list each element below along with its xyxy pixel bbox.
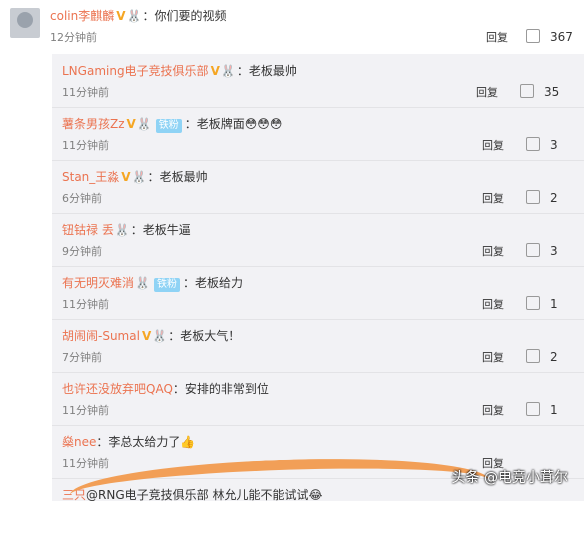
badge-icon: 🐰 — [114, 223, 130, 237]
reply-item: 有无明灭难消🐰 铁粉 ：老板给力 11分钟前 回复 1 — [52, 266, 584, 320]
reply-button[interactable]: 回复 — [482, 137, 504, 153]
username[interactable]: LNGaming电子竞技俱乐部 — [62, 64, 209, 78]
reply-item: LNGaming电子竞技俱乐部 V🐰：老板最帅 11分钟前 回复 35 — [52, 54, 584, 108]
like-count: 2 — [550, 191, 558, 205]
thumbs-up-icon — [526, 137, 540, 151]
verified-icon: V — [210, 64, 220, 78]
badge-icon: 🐰 — [152, 329, 168, 343]
like-button[interactable]: 2 — [526, 188, 558, 205]
timestamp: 12分钟前 — [50, 31, 97, 44]
badge-icon: 🐰 — [131, 170, 147, 184]
main-comment-line: colin李麒麟 V🐰：你们要的视频 — [50, 9, 227, 23]
like-count: 2 — [550, 350, 558, 364]
verified-icon: V — [126, 117, 136, 131]
username[interactable]: 燊nee — [62, 435, 96, 449]
reply-button[interactable]: 回复 — [482, 349, 504, 365]
comment-text: 老板最帅 — [248, 64, 297, 78]
comment-text: 老板大气！ — [180, 329, 241, 343]
badge-icon: 🐰 — [126, 9, 142, 23]
reply-button[interactable]: 回复 — [482, 190, 504, 206]
like-count: 35 — [544, 85, 560, 99]
avatar[interactable] — [10, 8, 40, 38]
like-count: 3 — [550, 138, 558, 152]
timestamp: 11分钟前 — [62, 404, 109, 417]
main-comment: colin李麒麟 V🐰：你们要的视频 12分钟前 回复 367 — [0, 0, 584, 50]
replies-panel: LNGaming电子竞技俱乐部 V🐰：老板最帅 11分钟前 回复 35 薯条男孩Z… — [52, 54, 584, 502]
comment-text: 李总太给力了👍 — [108, 435, 196, 449]
fan-badge: 铁粉 — [153, 278, 180, 292]
badge-icon: 🐰 — [136, 117, 152, 131]
like-count: 3 — [550, 244, 558, 258]
reply-item: 也许还没放弃吧QAQ：安排的非常到位 11分钟前 回复 1 — [52, 372, 584, 426]
reply-button[interactable]: 回复 — [482, 243, 504, 259]
timestamp: 9分钟前 — [62, 245, 102, 258]
thumbs-up-icon — [526, 296, 540, 310]
timestamp: 11分钟前 — [62, 457, 109, 470]
timestamp: 11分钟前 — [62, 298, 109, 311]
username[interactable]: 也许还没放弃吧QAQ — [62, 382, 173, 396]
verified-icon: V — [141, 329, 152, 343]
timestamp: 11分钟前 — [62, 86, 109, 99]
like-button[interactable]: 1 — [526, 294, 558, 311]
like-button[interactable]: 3 — [526, 241, 558, 258]
comment-text: 你们要的视频 — [154, 9, 227, 23]
reply-button[interactable]: 回复 — [476, 84, 498, 100]
thumbs-up-icon — [526, 402, 540, 416]
username[interactable]: 胡闹闹-Sumal — [62, 329, 140, 343]
like-button[interactable]: 2 — [526, 347, 558, 364]
verified-icon: V — [116, 9, 126, 23]
fan-badge: 铁粉 — [155, 119, 182, 133]
reply-button[interactable]: 回复 — [482, 402, 504, 418]
timestamp: 7分钟前 — [62, 351, 102, 364]
like-button[interactable]: 367 — [526, 27, 573, 44]
like-count: 367 — [550, 30, 573, 44]
username[interactable]: 有无明灭难消 — [62, 276, 134, 290]
reply-button[interactable]: 回复 — [486, 29, 508, 45]
badge-icon: 🐰 — [220, 64, 236, 78]
reply-item: 薯条男孩Zz V🐰 铁粉 ：老板牌面😳😳😳 11分钟前 回复 3 — [52, 107, 584, 161]
like-button[interactable]: 1 — [526, 400, 558, 417]
like-button[interactable]: 35 — [520, 82, 559, 99]
username[interactable]: Stan_王淼 — [62, 170, 119, 184]
badge-icon: 🐰 — [135, 276, 150, 290]
comment-text: 老板最帅 — [159, 170, 208, 184]
comment-text: 安排的非常到位 — [184, 382, 269, 396]
thumbs-up-icon — [526, 349, 540, 363]
reply-button[interactable]: 回复 — [482, 296, 504, 312]
username[interactable]: 钮钴禄 丢 — [62, 223, 114, 237]
thumbs-up-icon — [526, 243, 540, 257]
username[interactable]: colin李麒麟 — [50, 9, 114, 23]
username[interactable]: 薯条男孩Zz — [62, 117, 125, 131]
verified-icon: V — [121, 170, 131, 184]
reply-item: 钮钴禄 丢🐰：老板牛逼 9分钟前 回复 3 — [52, 213, 584, 267]
reply-item: 胡闹闹-Sumal V🐰：老板大气！ 7分钟前 回复 2 — [52, 319, 584, 373]
thumbs-up-icon — [526, 190, 540, 204]
like-count: 1 — [550, 403, 558, 417]
thumbs-up-icon — [526, 29, 540, 43]
timestamp: 11分钟前 — [62, 139, 109, 152]
thumbs-up-icon — [520, 84, 534, 98]
like-count: 1 — [550, 297, 558, 311]
watermark: 头条 @电竞小茸尔 — [451, 470, 568, 486]
comment-text: 老板牛逼 — [142, 223, 191, 237]
like-button[interactable]: 3 — [526, 135, 558, 152]
comment-text: 老板给力 — [194, 276, 243, 290]
reply-item: Stan_王淼 V🐰：老板最帅 6分钟前 回复 2 — [52, 160, 584, 214]
comment-text: 老板牌面😳😳😳 — [196, 117, 283, 131]
timestamp: 6分钟前 — [62, 192, 102, 205]
